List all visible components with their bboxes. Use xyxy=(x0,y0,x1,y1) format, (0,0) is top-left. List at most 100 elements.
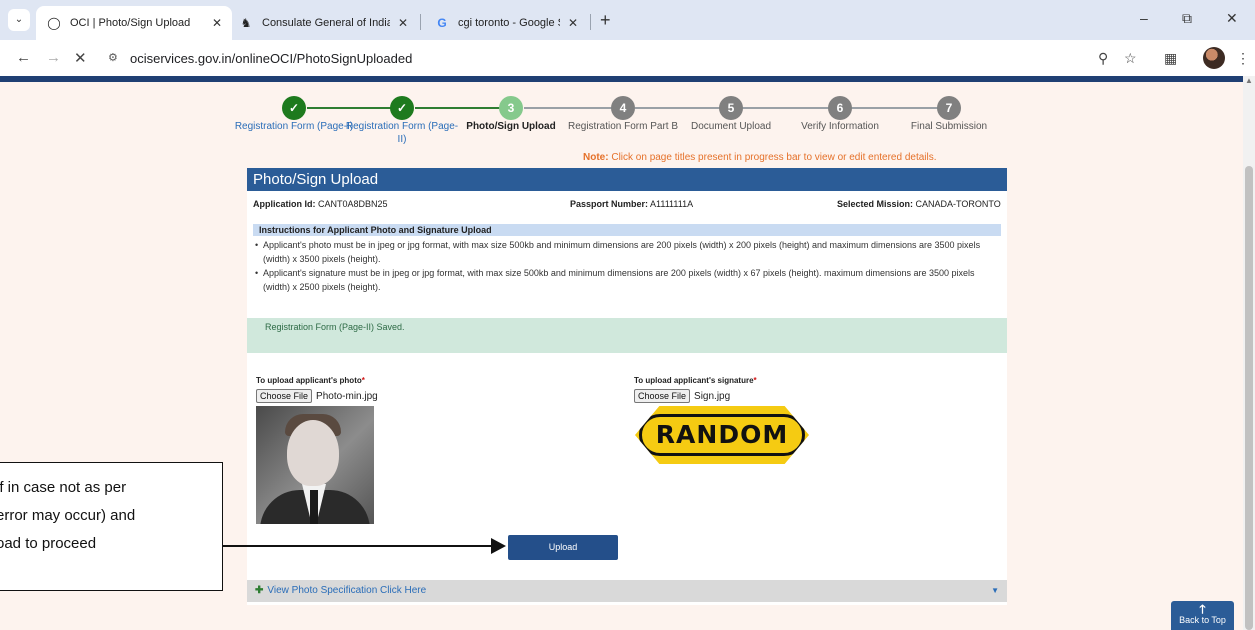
oci-logo-icon: ◯ xyxy=(47,16,61,30)
minimize-icon[interactable]: – xyxy=(1140,10,1148,26)
step-3-label[interactable]: Photo/Sign Upload xyxy=(451,120,571,133)
step-connector xyxy=(741,107,829,109)
site-settings-icon[interactable]: ⚙ xyxy=(108,51,118,64)
expand-plus-icon: ✚ xyxy=(255,585,264,596)
zoom-icon[interactable]: ⚲ xyxy=(1098,50,1108,67)
tab-title: cgi toronto - Google Search xyxy=(458,17,560,29)
google-icon: G xyxy=(437,16,447,30)
step-3-circle[interactable]: 3 xyxy=(499,96,523,120)
panel-title: Photo/Sign Upload xyxy=(247,168,1007,191)
annotation-arrow-head xyxy=(491,538,506,554)
annotation-callout: if in case not as per error may occur) a… xyxy=(0,462,223,591)
instruction-photo: Applicant's photo must be in jpeg or jpg… xyxy=(253,238,993,266)
note-label: Note: xyxy=(583,152,609,163)
step-7-circle: 7 xyxy=(937,96,961,120)
signature-choose-file-button[interactable]: Choose File xyxy=(634,389,691,403)
step-5-label: Document Upload xyxy=(690,121,772,132)
step-2-check-icon[interactable]: ✓ xyxy=(390,96,414,120)
photo-sign-upload-panel: Photo/Sign Upload Application Id: CANT0A… xyxy=(247,168,1007,605)
signature-upload-label: To upload applicant's signature* xyxy=(634,376,757,385)
note-text: Click on page titles present in progress… xyxy=(611,152,937,163)
forward-arrow-icon[interactable]: → xyxy=(46,49,61,66)
stop-loading-icon[interactable]: ✕ xyxy=(74,49,87,67)
step-connector xyxy=(524,107,622,109)
selected-mission-value: CANADA-TORONTO xyxy=(915,199,1001,209)
emblem-icon: ♞ xyxy=(240,16,252,30)
callout-line: oad to proceed xyxy=(0,535,97,552)
application-id: Application Id: CANT0A8DBN25 xyxy=(253,199,388,209)
passport-number-label: Passport Number: xyxy=(570,199,649,209)
signature-image-text: RANDOM xyxy=(639,414,805,456)
photo-choose-file-button[interactable]: Choose File xyxy=(256,389,313,403)
tab-google-search[interactable]: G cgi toronto - Google Search ✕ xyxy=(424,6,588,40)
site-header-strip xyxy=(0,76,1243,82)
photo-upload-label: To upload applicant's photo* xyxy=(256,376,365,385)
step-connector xyxy=(851,107,939,109)
instructions-heading: Instructions for Applicant Photo and Sig… xyxy=(253,224,1001,236)
passport-number: Passport Number: A1111111A xyxy=(570,199,693,209)
passport-number-value: A1111111A xyxy=(650,199,694,209)
photo-upload-field: To upload applicant's photo* Choose File… xyxy=(256,376,378,403)
callout-line: error may occur) and xyxy=(0,507,136,524)
step-connector xyxy=(307,107,402,109)
back-arrow-icon[interactable]: ← xyxy=(16,49,31,66)
browser-menu-icon[interactable]: ⋮ xyxy=(1236,50,1250,67)
required-asterisk: * xyxy=(361,376,365,385)
progress-note: Note: Click on page titles present in pr… xyxy=(583,152,937,163)
scroll-thumb[interactable] xyxy=(1245,166,1253,630)
scroll-up-arrow-icon[interactable]: ▲ xyxy=(1245,76,1253,85)
signature-file-input[interactable]: Choose File Sign.jpg xyxy=(634,389,757,403)
step-4-label: Registration Form Part B xyxy=(567,121,679,132)
extensions-icon[interactable]: ▦ xyxy=(1164,50,1177,67)
arrow-up-icon: 🡑 xyxy=(1199,602,1206,616)
step-5-circle: 5 xyxy=(719,96,743,120)
saved-message: Registration Form (Page-II) Saved. xyxy=(247,318,1007,353)
close-icon[interactable]: ✕ xyxy=(212,16,222,30)
close-icon[interactable]: ✕ xyxy=(568,16,578,30)
restore-icon[interactable]: ⧉ xyxy=(1182,10,1192,27)
applicant-photo-preview xyxy=(256,406,374,524)
step-connector xyxy=(415,107,505,109)
url-text: ociservices.gov.in/onlineOCI/PhotoSignUp… xyxy=(130,51,413,66)
browser-tab-bar: ⌄ ◯ OCI | Photo/Sign Upload ✕ ♞ Consulat… xyxy=(0,0,1255,40)
profile-avatar[interactable] xyxy=(1203,47,1225,69)
back-to-top-button[interactable]: 🡑 Back to Top xyxy=(1171,601,1234,630)
callout-line: if in case not as per xyxy=(0,479,127,496)
step-2-label[interactable]: Registration Form (Page-II) xyxy=(342,120,462,146)
new-tab-plus-icon[interactable]: + xyxy=(600,10,611,31)
signature-upload-field: To upload applicant's signature* Choose … xyxy=(634,376,757,403)
tab-title: Consulate General of India, Toro xyxy=(262,17,390,29)
selected-mission: Selected Mission: CANADA-TORONTO xyxy=(837,199,1001,209)
required-asterisk: * xyxy=(753,376,757,385)
signature-file-name: Sign.jpg xyxy=(694,390,731,402)
address-bar: ← → ✕ ⚙ ociservices.gov.in/onlineOCI/Pho… xyxy=(0,40,1255,76)
tab-oci-photo-sign-upload[interactable]: ◯ OCI | Photo/Sign Upload ✕ xyxy=(36,6,232,40)
chevron-down-icon[interactable]: ▼ xyxy=(991,580,999,602)
upload-button[interactable]: Upload xyxy=(508,535,618,560)
annotation-arrow xyxy=(223,545,493,547)
step-connector xyxy=(635,107,721,109)
tab-consulate[interactable]: ♞ Consulate General of India, Toro ✕ xyxy=(228,6,418,40)
photo-file-input[interactable]: Choose File Photo-min.jpg xyxy=(256,389,378,403)
spec-link-text[interactable]: View Photo Specification Click Here xyxy=(267,585,426,596)
tab-search-icon[interactable]: ⌄ xyxy=(8,9,30,31)
selected-mission-label: Selected Mission: xyxy=(837,199,914,209)
signature-preview: RANDOM xyxy=(635,406,809,464)
bookmark-star-icon[interactable]: ☆ xyxy=(1124,50,1137,67)
page-scrollbar[interactable]: ▲ xyxy=(1243,76,1255,630)
window-close-icon[interactable]: ✕ xyxy=(1226,10,1238,27)
application-id-label: Application Id: xyxy=(253,199,316,209)
instructions-list: Applicant's photo must be in jpeg or jpg… xyxy=(253,238,993,294)
url-field[interactable]: ⚙ ociservices.gov.in/onlineOCI/PhotoSign… xyxy=(96,45,1136,71)
step-6-label: Verify Information xyxy=(801,121,879,132)
step-6-circle: 6 xyxy=(828,96,852,120)
tab-title: OCI | Photo/Sign Upload xyxy=(70,17,191,29)
step-1-label[interactable]: Registration Form (Page-I) xyxy=(234,120,354,133)
photo-specification-toggle[interactable]: ✚ View Photo Specification Click Here ▼ xyxy=(247,580,1007,602)
photo-file-name: Photo-min.jpg xyxy=(316,390,378,402)
close-icon[interactable]: ✕ xyxy=(398,16,408,30)
step-1-check-icon[interactable]: ✓ xyxy=(282,96,306,120)
application-id-value: CANT0A8DBN25 xyxy=(318,199,388,209)
instruction-signature: Applicant's signature must be in jpeg or… xyxy=(253,266,993,294)
step-4-circle: 4 xyxy=(611,96,635,120)
